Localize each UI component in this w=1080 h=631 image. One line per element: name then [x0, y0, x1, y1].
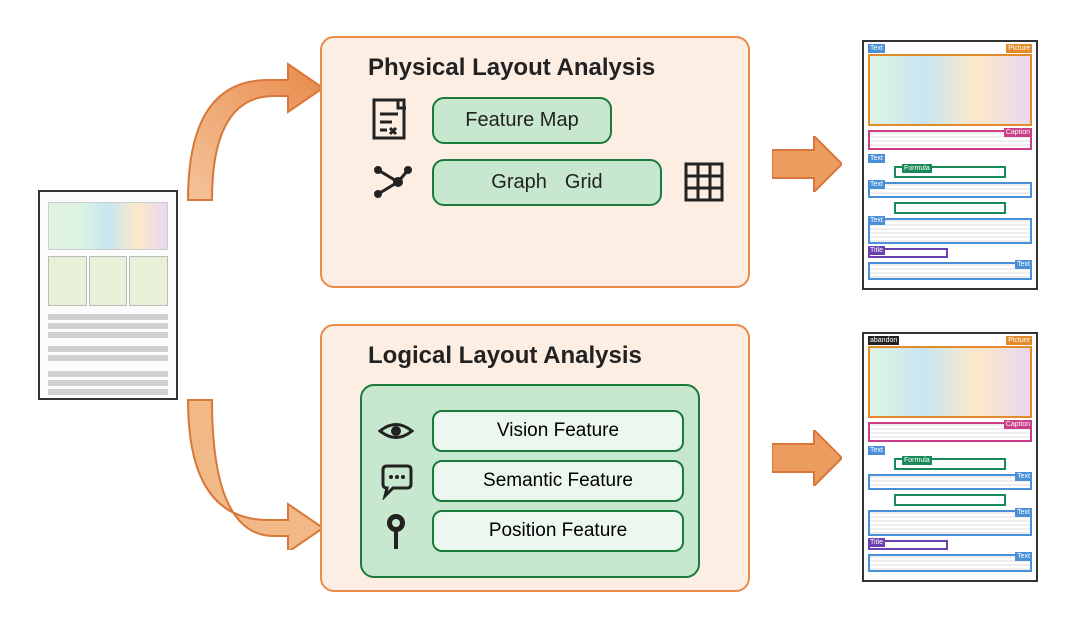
- label-text-3: Text: [868, 180, 885, 189]
- physical-output-doc: Text Picture Caption Text Formula Text T…: [862, 40, 1038, 290]
- graph-icon: [366, 158, 414, 206]
- label-caption-2: Caption: [1004, 420, 1032, 429]
- label-title-2: Title: [868, 538, 885, 547]
- grid-label: Grid: [565, 171, 603, 194]
- label-title: Title: [868, 246, 885, 255]
- pin-icon: [376, 511, 416, 551]
- label-formula: Formula: [902, 164, 932, 173]
- grid-icon: [680, 158, 728, 206]
- diagram-canvas: Physical Layout Analysis Feature Map Gra…: [0, 0, 1080, 631]
- physical-layout-panel: Physical Layout Analysis Feature Map Gra…: [320, 36, 750, 288]
- logical-layout-panel: Logical Layout Analysis Vision Feature S…: [320, 324, 750, 592]
- feature-map-label: Feature Map: [465, 109, 578, 132]
- label-text-l3: Text: [1015, 508, 1032, 517]
- semantic-feature-pill: Semantic Feature: [432, 460, 684, 502]
- label-text-l4: Text: [1015, 552, 1032, 561]
- output-arrow-top: [772, 136, 842, 192]
- label-picture-2: Picture: [1006, 336, 1032, 345]
- graph-grid-pill: Graph Grid: [432, 159, 662, 206]
- physical-title: Physical Layout Analysis: [368, 54, 730, 82]
- document-icon: [366, 96, 414, 144]
- label-text: Text: [868, 44, 885, 53]
- feature-map-row: Feature Map: [366, 96, 730, 144]
- output-arrow-bottom: [772, 430, 842, 486]
- chat-icon: [376, 461, 416, 501]
- position-feature-pill: Position Feature: [432, 510, 684, 552]
- position-feature-row: Position Feature: [376, 510, 684, 552]
- input-document-thumbnail: [38, 190, 178, 400]
- label-text-5: Text: [1015, 260, 1032, 269]
- label-text-l1: Text: [868, 446, 885, 455]
- graph-label: Graph: [491, 171, 547, 194]
- label-text-4: Text: [868, 216, 885, 225]
- flow-arrow-bottom: [178, 390, 328, 550]
- graph-grid-row: Graph Grid: [366, 158, 730, 206]
- logical-output-doc: abandon Picture Caption Text Formula Tex…: [862, 332, 1038, 582]
- label-caption: Caption: [1004, 128, 1032, 137]
- feature-group: Vision Feature Semantic Feature Position…: [360, 384, 700, 578]
- label-abandon: abandon: [868, 336, 899, 345]
- logical-title: Logical Layout Analysis: [368, 342, 730, 370]
- flow-arrow-top: [178, 50, 328, 210]
- label-text-l2: Text: [1015, 472, 1032, 481]
- vision-feature-pill: Vision Feature: [432, 410, 684, 452]
- label-formula-2: Formula: [902, 456, 932, 465]
- label-picture: Picture: [1006, 44, 1032, 53]
- eye-icon: [376, 411, 416, 451]
- label-text-2: Text: [868, 154, 885, 163]
- semantic-feature-row: Semantic Feature: [376, 460, 684, 502]
- feature-map-pill: Feature Map: [432, 97, 612, 144]
- vision-feature-row: Vision Feature: [376, 410, 684, 452]
